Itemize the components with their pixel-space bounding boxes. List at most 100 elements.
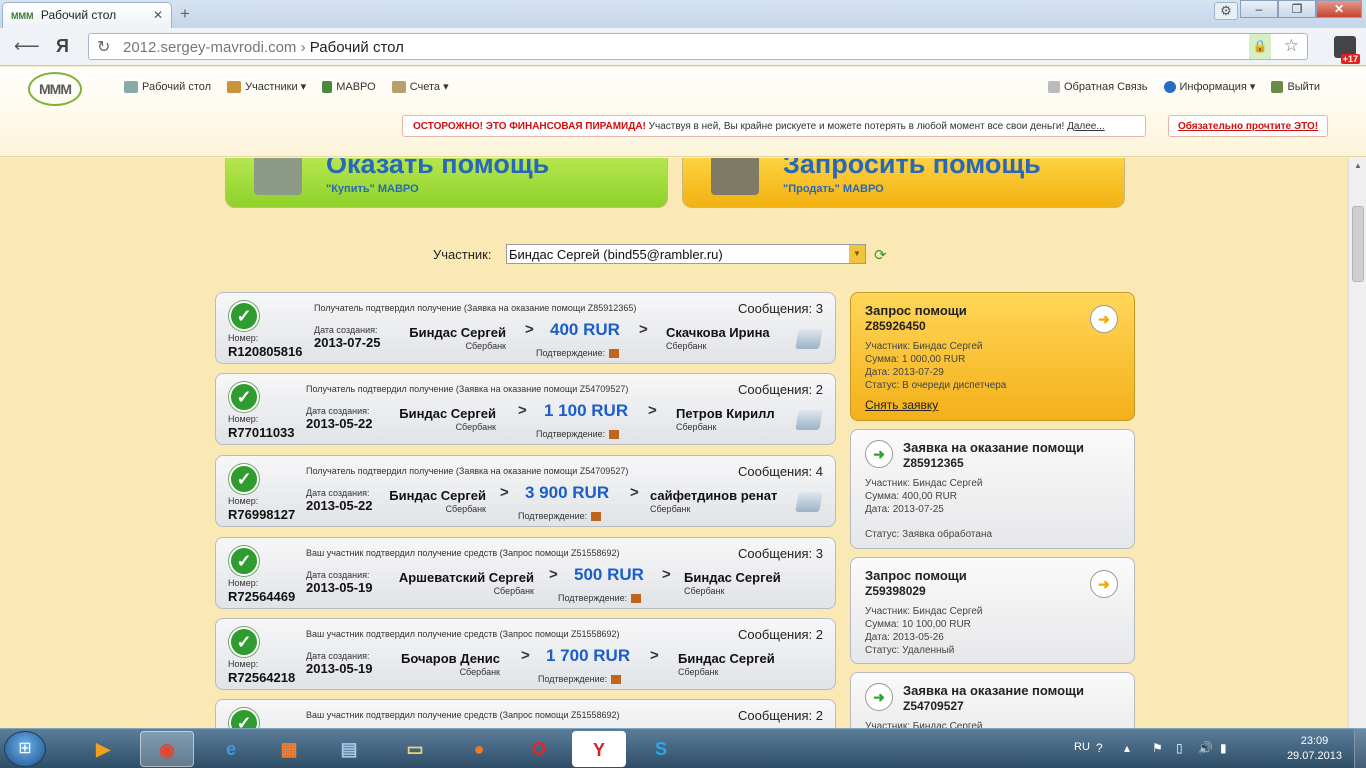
close-window-button[interactable]: ✕ (1316, 0, 1362, 18)
explorer-icon[interactable]: ▭ (388, 731, 442, 767)
clock[interactable]: 23:09 29.07.2013 (1287, 734, 1342, 764)
menu-item-info[interactable]: Информация ▾ (1163, 80, 1255, 93)
transaction-card[interactable]: ✓ Номер: R72564469 Ваш участник подтверд… (215, 537, 836, 609)
give-help-button[interactable]: Оказать помощь "Купить" МАВРО (225, 158, 668, 208)
url-bar[interactable]: ↻ 2012.sergey-mavrodi.com › Рабочий стол… (88, 33, 1308, 60)
transaction-card[interactable]: ✓ Номер: R77011033 Получатель подтвердил… (215, 373, 836, 445)
new-tab-icon[interactable]: + (180, 4, 190, 24)
extension-badge: +17 (1340, 54, 1360, 64)
messages-link[interactable]: Сообщения: 2 (738, 627, 823, 642)
arrow-right-icon[interactable]: ➜ (865, 683, 893, 711)
firefox-icon[interactable]: ● (452, 731, 506, 767)
messages-link[interactable]: Сообщения: 3 (738, 301, 823, 316)
transaction-card[interactable]: ✓ Номер: R76998127 Получатель подтвердил… (215, 455, 836, 527)
check-icon: ✓ (229, 627, 259, 657)
yandex-icon[interactable]: Я (56, 36, 69, 57)
request-participant: Участник: Биндас Сергей (865, 478, 983, 489)
image-icon[interactable] (609, 430, 620, 440)
transaction-card[interactable]: ✓ Номер: R72564218 Ваш участник подтверд… (215, 618, 836, 690)
office-icon[interactable]: ▦ (262, 731, 316, 767)
participant-select[interactable]: Биндас Сергей (bind55@rambler.ru) ▼ (506, 244, 866, 264)
print-icon[interactable] (795, 410, 823, 430)
cancel-request-link[interactable]: Снять заявку (865, 398, 938, 412)
must-read-link[interactable]: Обязательно прочтите ЭТО! (1168, 115, 1328, 137)
start-button[interactable]: ⊞ (4, 731, 46, 767)
maximize-button[interactable]: ❐ (1278, 0, 1316, 18)
messages-link[interactable]: Сообщения: 3 (738, 546, 823, 561)
language-indicator[interactable]: RU (1074, 741, 1090, 753)
refresh-icon[interactable]: ⟳ (874, 246, 887, 264)
confirmation[interactable]: Подтверждение: (536, 348, 620, 359)
menu-item-exit[interactable]: Выйти (1271, 80, 1320, 93)
sender-bank: Сбербанк (493, 586, 534, 596)
confirmation[interactable]: Подтверждение: (518, 511, 602, 522)
ie-icon[interactable]: e (204, 731, 258, 767)
request-help-button[interactable]: Запросить помощь "Продать" МАВРО (682, 158, 1125, 208)
lock-icon[interactable]: 🔒 (1249, 34, 1271, 59)
scroll-thumb[interactable] (1352, 206, 1364, 282)
network-icon[interactable]: ▤ (322, 731, 376, 767)
created-label: Дата создания: (306, 651, 370, 661)
back-arrow-icon[interactable]: ⟵ (14, 36, 40, 57)
tab-close-icon[interactable]: ✕ (153, 8, 163, 22)
signal-icon[interactable]: ▮ (1220, 741, 1227, 755)
help-icon[interactable]: ? (1096, 741, 1103, 755)
page-scrollbar[interactable]: ▲ (1348, 158, 1366, 728)
menu-item-participants[interactable]: Участники ▾ (227, 80, 306, 93)
transaction-number: R77011033 (228, 425, 295, 440)
transaction-card[interactable]: ✓ Ваш участник подтвердил получение сред… (215, 699, 836, 728)
page-content: Оказать помощь "Купить" МАВРО Запросить … (0, 158, 1348, 728)
scroll-up-icon[interactable]: ▲ (1349, 158, 1366, 174)
recipient: Скачкова Ирина Сбербанк (666, 325, 770, 351)
flag-icon[interactable]: ⚑ (1152, 741, 1163, 755)
request-card[interactable]: ➜ Заявка на оказание помощи Z54709527 Уч… (850, 672, 1135, 728)
messages-link[interactable]: Сообщения: 2 (738, 382, 823, 397)
image-icon[interactable] (631, 594, 642, 604)
device-icon[interactable]: ▯ (1176, 741, 1183, 755)
skype-icon[interactable]: S (634, 731, 688, 767)
exit-icon (1271, 80, 1284, 93)
extension-icon[interactable]: +17 (1334, 36, 1360, 64)
arrow-separator: > (648, 402, 657, 419)
print-icon[interactable] (795, 492, 823, 512)
messages-link[interactable]: Сообщения: 2 (738, 708, 823, 723)
warning-more-link[interactable]: Далее... (1067, 121, 1105, 132)
arrow-up-icon[interactable]: ▴ (1124, 741, 1130, 755)
request-card[interactable]: ➜ Заявка на оказание помощи Z85912365 Уч… (850, 429, 1135, 549)
show-desktop-button[interactable] (1354, 729, 1366, 768)
request-date: Дата: 2013-07-25 (865, 504, 944, 515)
messages-link[interactable]: Сообщения: 4 (738, 464, 823, 479)
image-icon[interactable] (611, 675, 622, 685)
chevron-down-icon[interactable]: ▼ (849, 245, 865, 263)
volume-icon[interactable]: 🔊 (1198, 741, 1213, 755)
browser-tab[interactable]: MMM Рабочий стол ✕ (2, 2, 172, 28)
menu-item-mavro[interactable]: МАВРО (322, 80, 376, 93)
bookmark-star-icon[interactable]: ☆ (1284, 36, 1299, 56)
yandex-browser-icon[interactable]: Y (572, 731, 626, 767)
media-player-icon[interactable]: ▶ (76, 731, 130, 767)
mmm-logo[interactable]: MMM (28, 72, 82, 106)
request-title: Запрос помощи (865, 303, 967, 318)
opera-icon[interactable]: O (512, 731, 566, 767)
arrow-right-icon[interactable]: ➜ (1090, 570, 1118, 598)
menu-item-feedback[interactable]: Обратная Связь (1048, 80, 1148, 93)
menu-item-desktop[interactable]: Рабочий стол (124, 80, 211, 93)
menu-item-accounts[interactable]: Счета ▾ (391, 80, 449, 93)
confirmation[interactable]: Подтверждение: (558, 593, 642, 604)
arrow-right-icon[interactable]: ➜ (865, 440, 893, 468)
arrow-right-icon[interactable]: ➜ (1090, 305, 1118, 333)
request-card[interactable]: Запрос помощи Z85926450 ➜ Участник: Бинд… (850, 292, 1135, 421)
minimize-button[interactable]: – (1240, 0, 1278, 18)
reload-icon[interactable]: ↻ (97, 37, 110, 57)
settings-gear-icon[interactable]: ⚙ (1214, 2, 1238, 20)
transaction-card[interactable]: ✓ Номер: R120805816 Получатель подтверди… (215, 292, 836, 364)
give-help-subtitle: "Купить" МАВРО (326, 183, 419, 195)
chrome-icon[interactable]: ◉ (140, 731, 194, 767)
confirmation[interactable]: Подтверждение: (536, 429, 620, 440)
image-icon[interactable] (591, 512, 602, 522)
request-card[interactable]: Запрос помощи Z59398029 ➜ Участник: Бинд… (850, 557, 1135, 664)
confirmation[interactable]: Подтверждение: (538, 674, 622, 685)
print-icon[interactable] (795, 329, 823, 349)
transaction-number: R72564469 (228, 589, 296, 604)
image-icon[interactable] (609, 349, 620, 359)
